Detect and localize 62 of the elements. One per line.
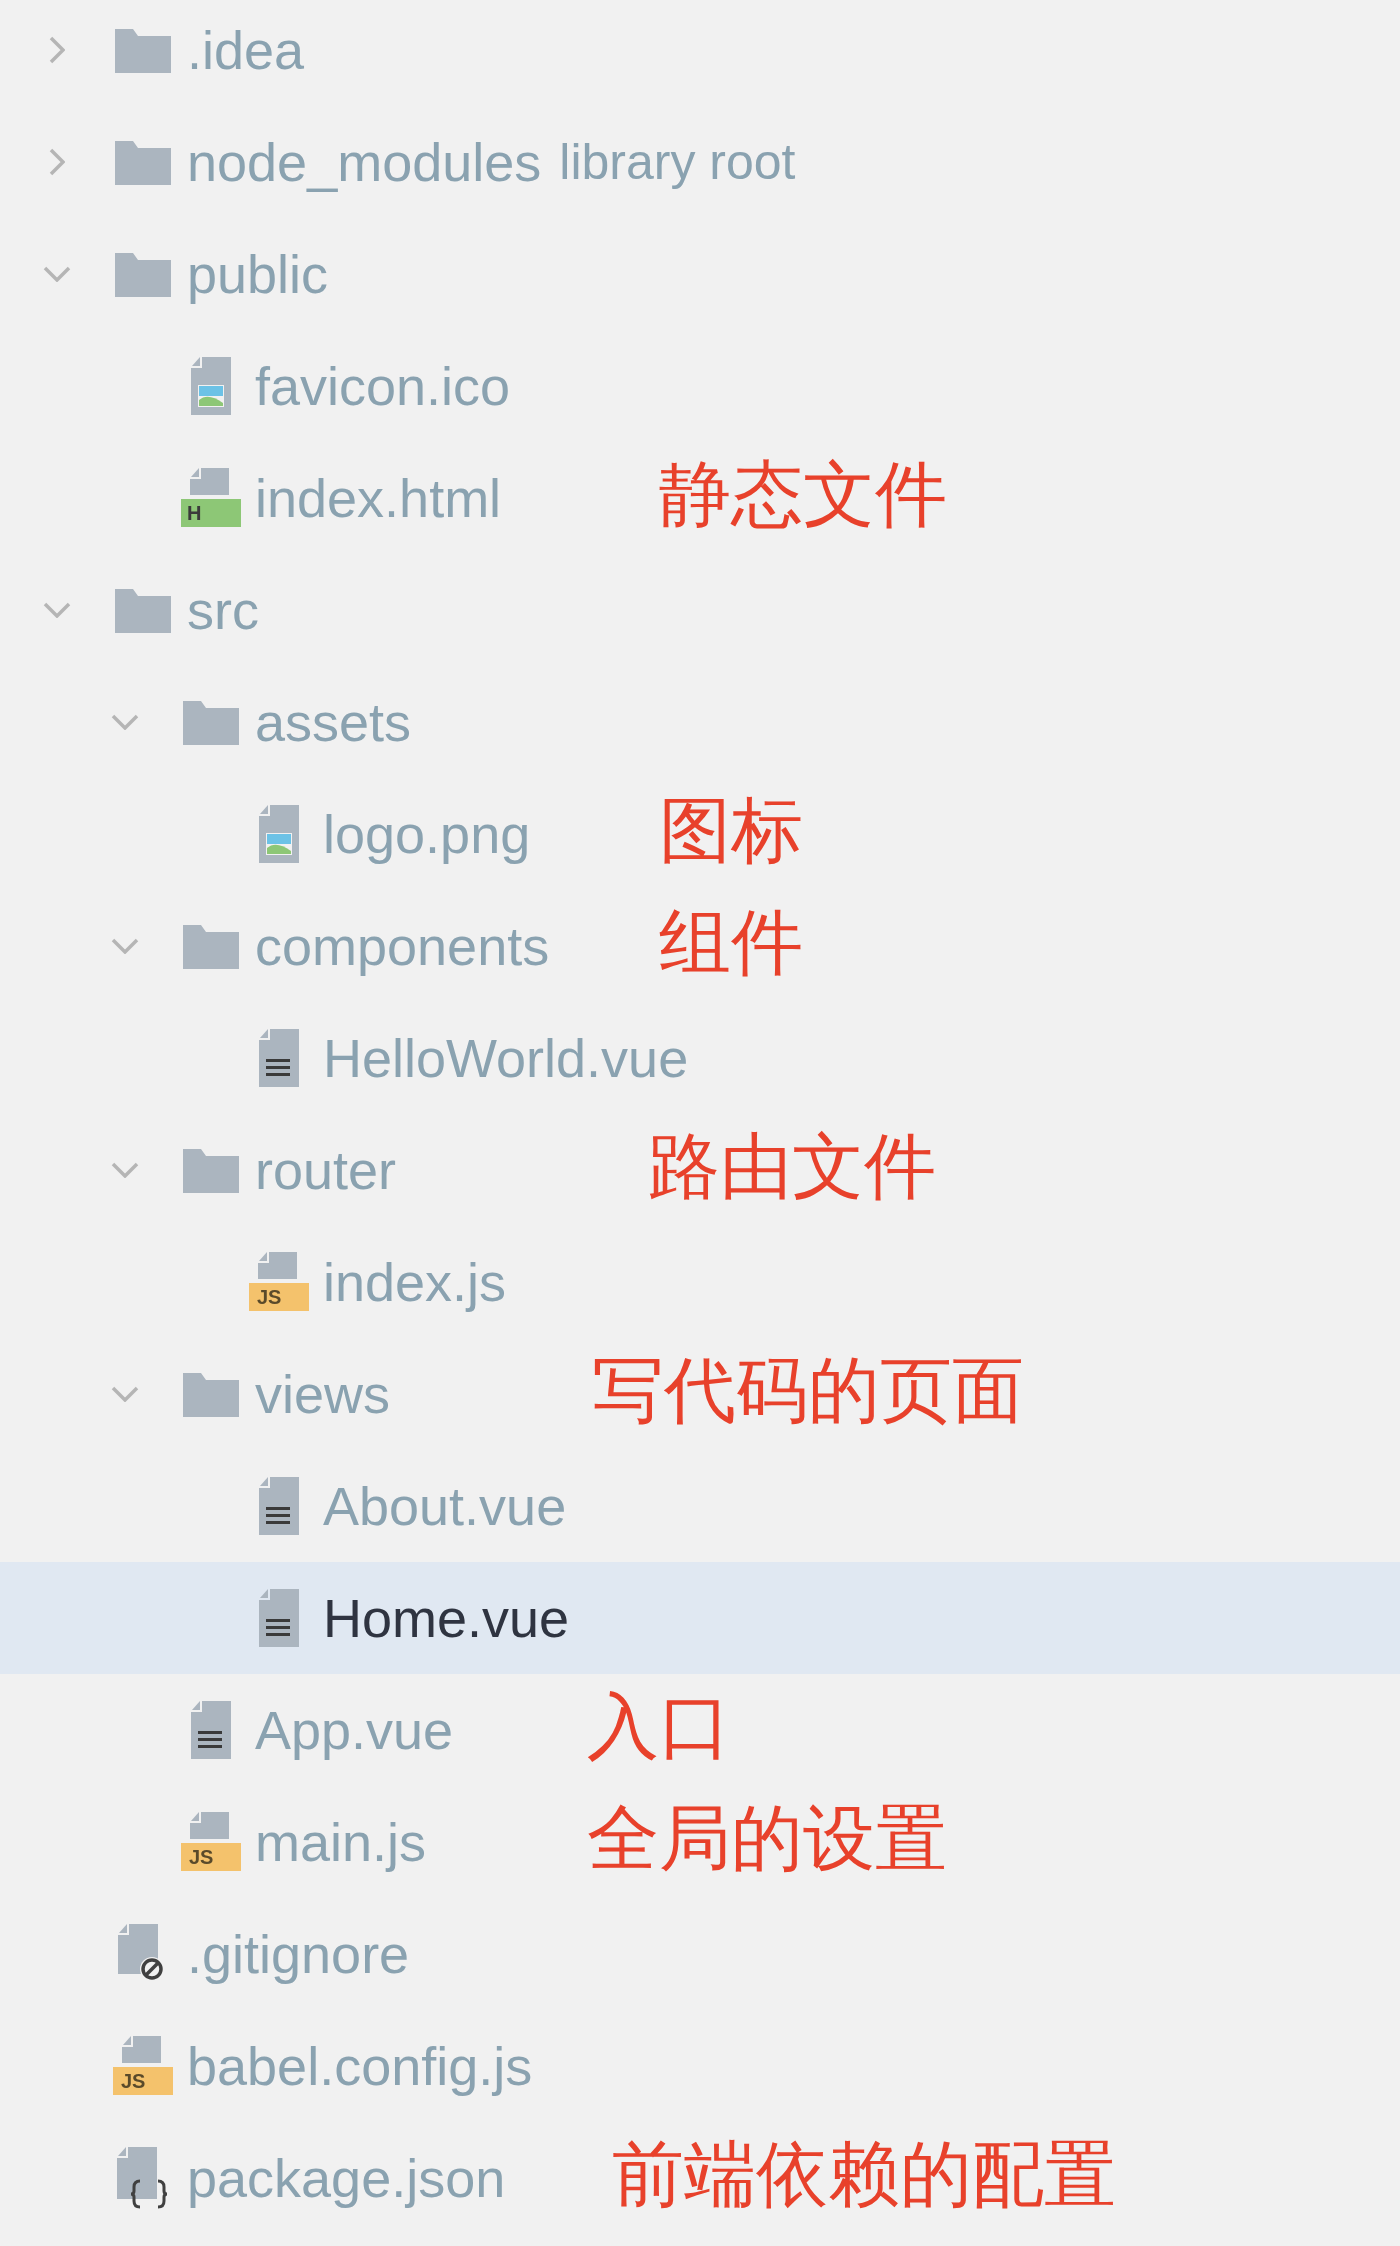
tree-row[interactable]: .gitignore [0,1898,1400,2010]
tree-row[interactable]: About.vue [0,1450,1400,1562]
tree-row[interactable]: .idea [0,0,1400,106]
folder-icon [183,923,239,969]
chevron-down-icon[interactable] [43,602,71,618]
tree-row[interactable]: router 路由文件 [0,1114,1400,1226]
text-file-icon [258,1477,300,1535]
file-name: About.vue [323,1479,567,1533]
chevron-down-icon[interactable] [43,266,71,282]
file-name: index.html [255,471,502,525]
text-file-icon [190,1701,232,1759]
folder-tag: library root [559,137,796,187]
tree-row[interactable]: public [0,218,1400,330]
annotation-text: 入口 [587,1690,731,1762]
tree-row[interactable]: src [0,554,1400,666]
chevron-right-icon[interactable] [49,36,65,64]
tree-row[interactable]: favicon.ico [0,330,1400,442]
image-file-icon [190,357,232,415]
folder-name: src [187,583,259,637]
tree-row[interactable]: JS babel.config.js [0,2010,1400,2122]
folder-icon [115,139,171,185]
braces-file-icon [116,2147,170,2209]
chevron-right-icon[interactable] [49,148,65,176]
folder-name: views [255,1367,391,1421]
tree-row[interactable]: assets [0,666,1400,778]
chevron-down-icon[interactable] [111,714,139,730]
chevron-down-icon[interactable] [111,938,139,954]
annotation-text: 静态文件 [659,458,947,530]
file-name: favicon.ico [255,359,511,413]
tree-row[interactable]: views 写代码的页面 [0,1338,1400,1450]
annotation-text: 路由文件 [648,1130,936,1202]
annotation-text: 全局的设置 [587,1802,947,1874]
folder-icon [183,699,239,745]
annotation-text: 图标 [659,794,803,866]
annotation-text: 写代码的页面 [592,1354,1024,1426]
chevron-down-icon[interactable] [111,1162,139,1178]
folder-name: router [255,1143,397,1197]
folder-name: .idea [187,23,305,77]
folder-icon [115,251,171,297]
tree-row[interactable]: package.json 前端依赖的配置 [0,2122,1400,2234]
folder-icon [183,1371,239,1417]
image-file-icon [258,805,300,863]
file-name: Home.vue [323,1591,570,1645]
tree-row[interactable]: JS main.js 全局的设置 [0,1786,1400,1898]
annotation-text: 前端依赖的配置 [612,2138,1116,2210]
tree-row[interactable]: JS index.js [0,1226,1400,1338]
tree-row[interactable]: App.vue 入口 [0,1674,1400,1786]
text-file-icon [258,1589,300,1647]
folder-icon [115,587,171,633]
tree-row[interactable]: HelloWorld.vue [0,1002,1400,1114]
tree-row[interactable]: node_modules library root [0,106,1400,218]
file-name: HelloWorld.vue [323,1031,689,1085]
folder-icon [183,1147,239,1193]
tree-row[interactable]: components 组件 [0,890,1400,1002]
folder-icon [115,27,171,73]
chevron-down-icon[interactable] [111,1386,139,1402]
folder-name: assets [255,695,412,749]
annotation-text: 组件 [659,906,803,978]
tree-row[interactable]: logo.png 图标 [0,778,1400,890]
tree-row[interactable]: H index.html 静态文件 [0,442,1400,554]
text-file-icon [258,1029,300,1087]
selected-tree-row[interactable]: Home.vue [0,1562,1400,1674]
